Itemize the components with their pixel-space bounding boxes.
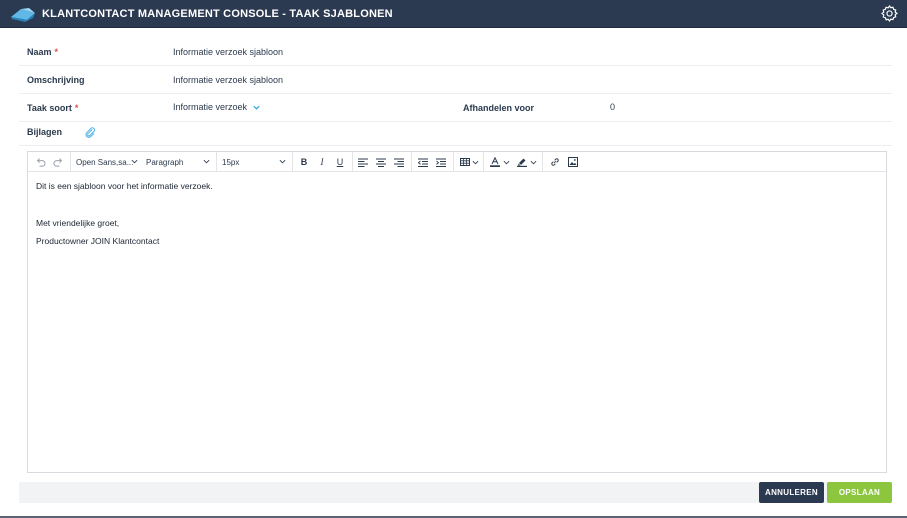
- block-format-select[interactable]: Paragraph: [146, 152, 214, 172]
- chevron-down-icon: [472, 160, 478, 164]
- align-center-button[interactable]: [373, 152, 389, 172]
- gear-icon[interactable]: [880, 4, 899, 23]
- bold-button[interactable]: B: [296, 152, 312, 172]
- omschrijving-label: Omschrijving: [27, 75, 85, 85]
- omschrijving-field[interactable]: Informatie verzoek sjabloon: [173, 75, 283, 85]
- chevron-down-icon: [530, 160, 537, 164]
- toolbar-separator: [70, 152, 71, 172]
- highlighter-icon: [517, 158, 527, 167]
- toolbar-separator: [483, 152, 484, 172]
- chevron-down-icon: [203, 159, 210, 164]
- undo-icon: [36, 157, 46, 167]
- cancel-button[interactable]: ANNULEREN: [759, 482, 824, 503]
- align-left-icon: [358, 158, 368, 167]
- chevron-down-icon: [131, 159, 138, 164]
- indent-button[interactable]: [433, 152, 449, 172]
- outdent-icon: [418, 158, 428, 167]
- content-paragraph: Met vriendelijke groet,: [36, 218, 120, 228]
- italic-icon: I: [320, 157, 324, 167]
- content-paragraph: Dit is een sjabloon voor het informatie …: [36, 181, 213, 191]
- table-icon: [459, 158, 470, 166]
- align-left-button[interactable]: [355, 152, 371, 172]
- bijlagen-row: Bijlagen: [19, 122, 892, 146]
- undo-button[interactable]: [32, 152, 48, 172]
- app-header: KLANTCONTACT MANAGEMENT CONSOLE - TAAK S…: [0, 0, 907, 28]
- text-color-icon: [490, 157, 500, 167]
- image-icon: [568, 157, 578, 167]
- naam-field[interactable]: Informatie verzoek sjabloon: [173, 47, 283, 57]
- bold-icon: B: [300, 157, 308, 167]
- afhandelen-voor-label: Afhandelen voor: [463, 103, 535, 113]
- chevron-down-icon: [279, 159, 286, 164]
- underline-button[interactable]: U: [332, 152, 348, 172]
- toolbar-separator: [411, 152, 412, 172]
- align-right-icon: [394, 158, 404, 167]
- underline-icon: U: [336, 157, 344, 167]
- link-icon: [551, 158, 559, 166]
- taak-soort-select[interactable]: Informatie verzoek: [173, 102, 261, 112]
- naam-label: Naam *: [27, 47, 59, 57]
- taak-soort-row: Taak soort * Informatie verzoek Afhandele…: [19, 94, 892, 122]
- italic-button[interactable]: I: [314, 152, 330, 172]
- insert-image-button[interactable]: [564, 152, 582, 172]
- cloud-logo-icon: [11, 8, 35, 22]
- taak-soort-label: Taak soort *: [27, 103, 79, 113]
- font-size-select[interactable]: 15px: [222, 152, 290, 172]
- bijlagen-label: Bijlagen: [27, 127, 63, 137]
- text-color-button[interactable]: [488, 152, 512, 172]
- chevron-down-icon: [503, 160, 510, 164]
- toolbar-separator: [542, 152, 543, 172]
- chevron-down-icon[interactable]: [252, 103, 261, 112]
- afhandelen-voor-field[interactable]: 0: [610, 102, 615, 112]
- font-family-select[interactable]: Open Sans,sa...: [76, 152, 142, 172]
- content-paragraph: Productowner JOIN Klantcontact: [36, 236, 160, 246]
- rich-text-editor[interactable]: Open Sans,sa... Paragraph 15px B I U Dit…: [27, 151, 887, 473]
- naam-row: Naam * Informatie verzoek sjabloon: [19, 38, 892, 66]
- redo-button[interactable]: [50, 152, 66, 172]
- save-button[interactable]: OPSLAAN: [827, 482, 892, 503]
- outdent-button[interactable]: [415, 152, 431, 172]
- toolbar-separator: [352, 152, 353, 172]
- indent-icon: [436, 158, 446, 167]
- align-center-icon: [376, 158, 386, 167]
- toolbar-separator: [216, 152, 217, 172]
- table-button[interactable]: [457, 152, 481, 172]
- highlight-color-button[interactable]: [514, 152, 540, 172]
- align-right-button[interactable]: [391, 152, 407, 172]
- redo-icon: [52, 157, 62, 167]
- toolbar-separator: [453, 152, 454, 172]
- insert-link-button[interactable]: [546, 152, 564, 172]
- toolbar-separator: [292, 152, 293, 172]
- page-title: KLANTCONTACT MANAGEMENT CONSOLE - TAAK S…: [42, 8, 393, 20]
- paperclip-icon[interactable]: [85, 127, 96, 138]
- omschrijving-row: Omschrijving Informatie verzoek sjabloon: [19, 66, 892, 94]
- editor-toolbar: Open Sans,sa... Paragraph 15px B I U: [28, 152, 886, 172]
